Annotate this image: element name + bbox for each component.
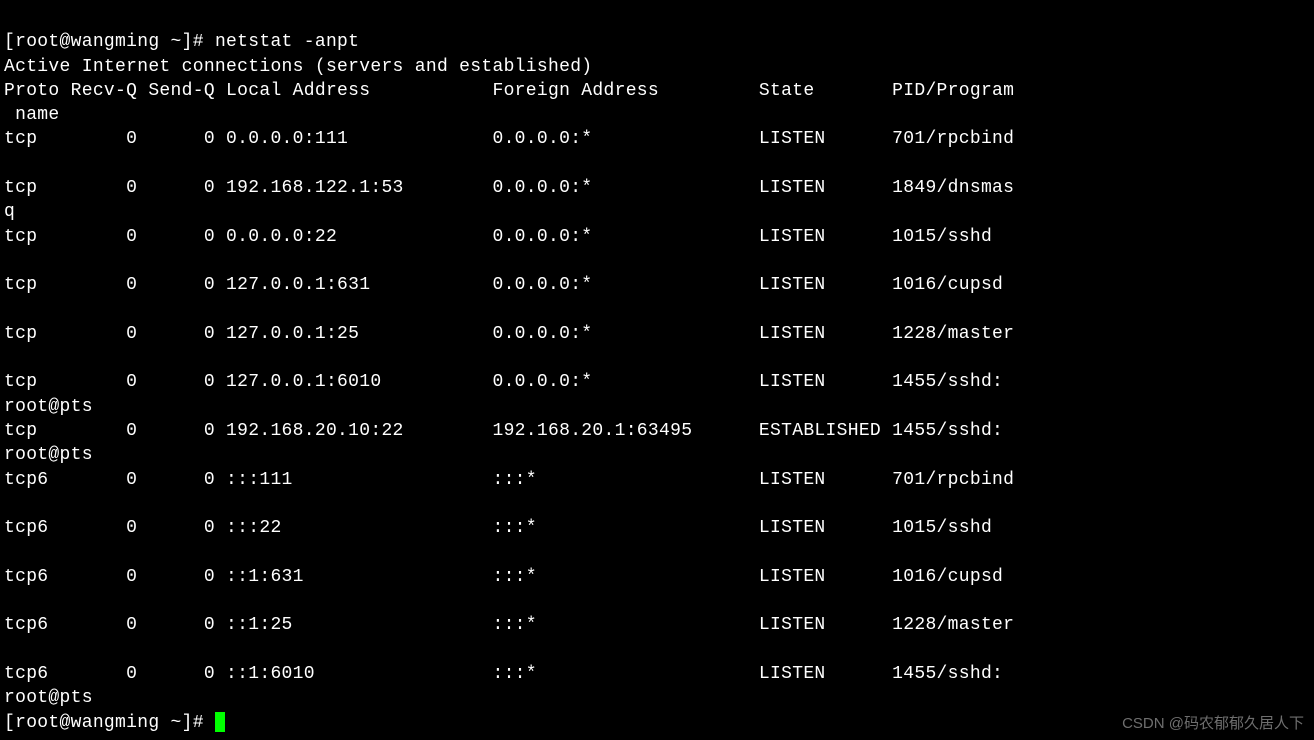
table-row: tcp 0 0 0.0.0.0:22 0.0.0.0:* LISTEN 1015… [4,227,992,247]
command-text: netstat -anpt [215,32,359,52]
table-row: tcp6 0 0 :::111 :::* LISTEN 701/rpcbind [4,470,1014,490]
prompt-line-1: [root@wangming ~]# netstat -anpt [4,32,359,52]
prompt: [root@wangming ~]# [4,713,215,733]
output-header: Active Internet connections (servers and… [4,57,592,77]
table-row: tcp 0 0 192.168.122.1:53 0.0.0.0:* LISTE… [4,178,1014,222]
table-row: tcp 0 0 0.0.0.0:111 0.0.0.0:* LISTEN 701… [4,129,1014,149]
table-row: tcp6 0 0 ::1:25 :::* LISTEN 1228/master [4,615,1014,635]
table-row: tcp6 0 0 ::1:631 :::* LISTEN 1016/cupsd [4,567,1003,587]
watermark-text: CSDN @码农郁郁久居人下 [1122,714,1304,734]
terminal-output: [root@wangming ~]# netstat -anpt Active … [4,6,1310,735]
prompt-line-2[interactable]: [root@wangming ~]# [4,713,225,733]
table-row: tcp 0 0 127.0.0.1:25 0.0.0.0:* LISTEN 12… [4,324,1014,344]
table-row: tcp6 0 0 ::1:6010 :::* LISTEN 1455/sshd:… [4,664,1003,708]
table-row: tcp6 0 0 :::22 :::* LISTEN 1015/sshd [4,518,992,538]
prompt: [root@wangming ~]# [4,32,215,52]
column-headers: Proto Recv-Q Send-Q Local Address Foreig… [4,81,1014,125]
table-row: tcp 0 0 127.0.0.1:6010 0.0.0.0:* LISTEN … [4,372,1003,416]
table-row: tcp 0 0 192.168.20.10:22 192.168.20.1:63… [4,421,1003,465]
cursor-icon [215,712,225,732]
table-row: tcp 0 0 127.0.0.1:631 0.0.0.0:* LISTEN 1… [4,275,1003,295]
